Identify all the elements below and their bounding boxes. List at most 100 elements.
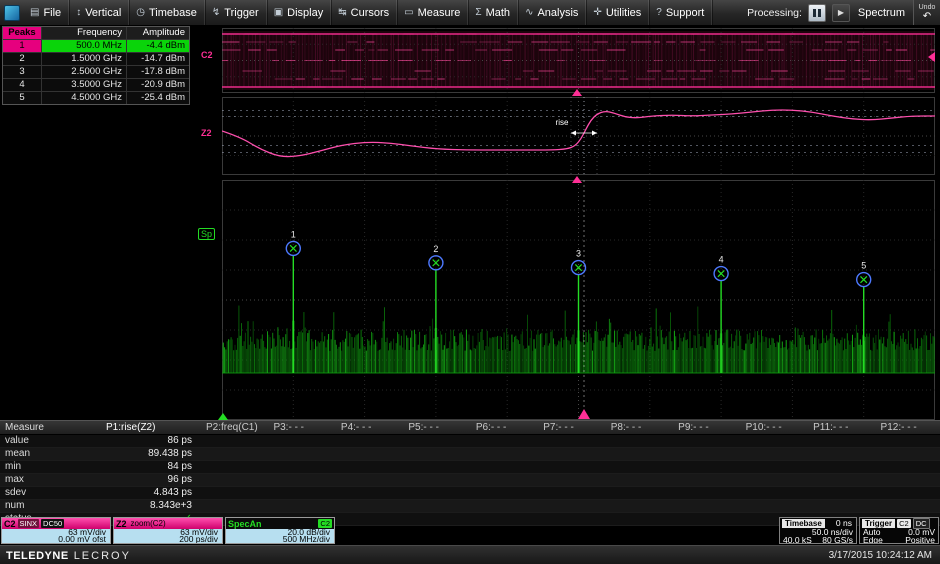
peak-4-frequency: 3.5000 GHz	[42, 79, 127, 91]
peak-5-amplitude: -25.4 dBm	[127, 92, 189, 104]
menu-utilities[interactable]: ✛ Utilities	[586, 0, 649, 25]
undo-button[interactable]: Undo ↶	[913, 0, 940, 25]
trigger-descriptor[interactable]: Trigger C2 DC Auto 0.0 mV Edge Positive	[859, 517, 939, 544]
peak-2-frequency: 1.5000 GHz	[42, 53, 127, 65]
c2-name: C2	[4, 519, 16, 529]
peak-row-4[interactable]: 4 3.5000 GHz -20.9 dBm	[3, 79, 189, 92]
processing-label: Processing:	[747, 7, 802, 19]
peak-2-number: 2	[3, 53, 42, 65]
specan-descriptor[interactable]: SpecAn C2 20.0 dB/div 500 MHz/div	[225, 517, 335, 544]
menu-analysis[interactable]: ∿ Analysis	[518, 0, 586, 25]
trigger-position-marker-2[interactable]	[572, 176, 582, 183]
measure-col-p9[interactable]: P9:- - -	[670, 422, 737, 434]
peak-1-number: 1	[3, 40, 42, 52]
zoom-z2-descriptor[interactable]: Z2 zoom(C2) 63 mV/div 200 ps/div	[113, 517, 223, 544]
trigger-position-marker[interactable]	[572, 89, 582, 96]
svg-text:rise: rise	[556, 118, 569, 127]
specan-freq-per-div: 500 MHz/div	[230, 536, 330, 543]
measure-col-p7[interactable]: P7:- - -	[535, 422, 602, 434]
measure-col-p1[interactable]: P1:rise(Z2)	[100, 422, 198, 434]
min-label: min	[0, 461, 100, 473]
specan-name: SpecAn	[228, 519, 262, 529]
utilities-icon: ✛	[593, 8, 601, 18]
play-icon: ▶	[838, 8, 844, 17]
file-icon: ▤	[30, 8, 39, 18]
svg-text:2: 2	[433, 244, 438, 254]
peaks-header: Peaks	[3, 27, 42, 39]
brand-teledyne: TELEDYNE	[6, 550, 69, 562]
brand-lecroy: LECROY	[74, 550, 131, 562]
num-label: num	[0, 500, 100, 512]
menu-measure[interactable]: ▭ Measure	[397, 0, 468, 25]
pause-button[interactable]	[808, 4, 826, 22]
peak-1-amplitude: -4.4 dBm	[127, 40, 189, 52]
menu-file[interactable]: ▤ File	[23, 0, 69, 25]
specan-trace-label[interactable]: Sp	[198, 228, 215, 240]
status-bar: TELEDYNE LECROY 3/17/2015 10:24:12 AM	[0, 545, 940, 564]
measure-col-p6[interactable]: P6:- - -	[468, 422, 535, 434]
c2-trace-label[interactable]: C2	[201, 50, 213, 60]
frequency-header: Frequency	[42, 27, 127, 39]
peak-5-frequency: 4.5000 GHz	[42, 92, 127, 104]
pause-icon	[813, 9, 816, 17]
menu-cursors[interactable]: ↹ Cursors	[331, 0, 397, 25]
timebase-descriptor[interactable]: Timebase 0 ns 50.0 ns/div 40.0 kS 80 GS/…	[779, 517, 857, 544]
c2-interpolation-badge: SINX	[18, 519, 40, 528]
z2-trace-label[interactable]: Z2	[201, 128, 212, 138]
measure-col-p5[interactable]: P5:- - -	[400, 422, 467, 434]
channel-c2-descriptor[interactable]: C2 SINX DC50 63 mV/div 0.00 mV ofst	[1, 517, 111, 544]
app-icon	[4, 5, 20, 21]
z2-time-per-div: 200 ps/div	[118, 536, 218, 543]
peaks-table: Peaks Frequency Amplitude 1 500.0 MHz -4…	[2, 26, 190, 105]
spectrum-label: Spectrum	[856, 7, 907, 19]
amplitude-header: Amplitude	[127, 27, 189, 39]
vertical-icon: ↕	[76, 8, 81, 18]
svg-text:4: 4	[719, 255, 724, 265]
menu-display-label: Display	[287, 7, 323, 19]
peak-row-5[interactable]: 5 4.5000 GHz -25.4 dBm	[3, 92, 189, 104]
measure-col-p12[interactable]: P12:- - -	[873, 422, 940, 434]
menu-trigger[interactable]: ↯ Trigger	[205, 0, 267, 25]
mean-label: mean	[0, 448, 100, 460]
analysis-icon: ∿	[525, 8, 533, 18]
peak-row-2[interactable]: 2 1.5000 GHz -14.7 dBm	[3, 53, 189, 66]
menu-timebase[interactable]: ◷ Timebase	[129, 0, 205, 25]
timebase-sample-rate: 80 GS/s	[822, 536, 853, 544]
p1-num: 8.343e+3	[100, 500, 202, 512]
value-label: value	[0, 435, 100, 447]
play-button[interactable]: ▶	[832, 4, 850, 22]
p1-sdev: 4.843 ps	[100, 487, 202, 499]
measure-col-p4[interactable]: P4:- - -	[333, 422, 400, 434]
menu-timebase-label: Timebase	[149, 7, 197, 19]
c2-coupling-badge: DC50	[41, 519, 64, 528]
support-icon: ?	[656, 8, 662, 18]
measure-row-mean: mean 89.438 ps	[0, 448, 940, 461]
spectrum-reference-marker[interactable]	[218, 413, 228, 420]
menu-support-label: Support	[666, 7, 705, 19]
menu-display[interactable]: ▣ Display	[267, 0, 332, 25]
svg-text:5: 5	[861, 261, 866, 271]
peak-3-frequency: 2.5000 GHz	[42, 66, 127, 78]
spectrum-display[interactable]: 12345	[222, 180, 935, 420]
measure-col-p10[interactable]: P10:- - -	[738, 422, 805, 434]
peak-3-amplitude: -17.8 dBm	[127, 66, 189, 78]
measure-col-p3[interactable]: P3:- - -	[265, 422, 332, 434]
menu-vertical[interactable]: ↕ Vertical	[69, 0, 129, 25]
peak-row-3[interactable]: 3 2.5000 GHz -17.8 dBm	[3, 66, 189, 79]
measure-col-p11[interactable]: P11:- - -	[805, 422, 872, 434]
peak-4-number: 4	[3, 79, 42, 91]
menu-support[interactable]: ? Support	[649, 0, 712, 25]
svg-text:3: 3	[576, 249, 581, 259]
timebase-icon: ◷	[136, 8, 145, 18]
trigger-icon: ↯	[212, 8, 220, 18]
measure-col-p2[interactable]: P2:freq(C1)	[198, 422, 265, 434]
menu-vertical-label: Vertical	[85, 7, 121, 19]
menu-math[interactable]: Σ Math	[468, 0, 518, 25]
measure-table: Measure P1:rise(Z2) P2:freq(C1) P3:- - -…	[0, 420, 940, 526]
z2-source: zoom(C2)	[129, 519, 168, 528]
peak-row-1[interactable]: 1 500.0 MHz -4.4 dBm	[3, 40, 189, 53]
z2-zoom-trace-display[interactable]: rise	[222, 97, 935, 175]
trigger-level-marker[interactable]	[928, 52, 935, 62]
measure-col-p8[interactable]: P8:- - -	[603, 422, 670, 434]
c2-eye-diagram-display[interactable]	[222, 28, 935, 93]
